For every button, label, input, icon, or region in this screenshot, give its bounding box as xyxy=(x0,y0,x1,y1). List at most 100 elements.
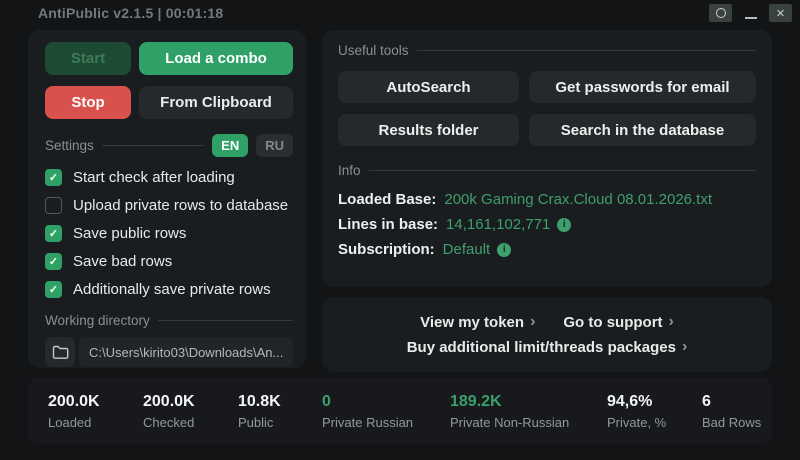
stat-value: 189.2K xyxy=(450,392,502,410)
stat-value: 200.0K xyxy=(48,392,100,410)
info-row-lines-in-base: Lines in base: 14,161,102,771 i xyxy=(338,212,756,237)
working-directory-header: Working directory xyxy=(45,313,293,328)
checkbox-box: ✓ xyxy=(45,197,62,214)
stat-value: 10.8K xyxy=(238,392,281,410)
settings-header: Settings EN RU xyxy=(45,134,293,157)
working-directory-input[interactable]: C:\Users\kirito03\Downloads\An... xyxy=(79,337,293,367)
useful-tools-header: Useful tools xyxy=(338,43,756,58)
checkbox-save-bad-rows[interactable]: ✓ Save bad rows xyxy=(45,253,293,270)
circle-icon xyxy=(715,8,726,18)
info-key: Subscription: xyxy=(338,241,435,258)
info-value: Default xyxy=(442,241,491,258)
window-close-button[interactable]: ✕ xyxy=(769,4,792,22)
window-controls: ✕ xyxy=(709,4,792,22)
lang-en-button[interactable]: EN xyxy=(212,134,249,157)
tools-info-panel: Useful tools AutoSearch Get passwords fo… xyxy=(322,30,772,287)
info-row-loaded-base: Loaded Base: 200k Gaming Crax.Cloud 08.0… xyxy=(338,187,756,212)
divider-line xyxy=(101,145,205,146)
minimize-icon xyxy=(744,16,757,19)
checkbox-label: Additionally save private rows xyxy=(73,281,271,298)
working-directory-label: Working directory xyxy=(45,313,150,328)
window-minimize-button[interactable] xyxy=(739,4,762,22)
chevron-right-icon: › xyxy=(668,313,674,330)
search-database-button[interactable]: Search in the database xyxy=(529,114,756,146)
links-panel: View my token › Go to support › Buy addi… xyxy=(322,297,772,372)
info-value: 200k Gaming Crax.Cloud 08.01.2026.txt xyxy=(444,191,713,208)
results-folder-button[interactable]: Results folder xyxy=(338,114,519,146)
stat-value: 6 xyxy=(702,392,711,410)
link-label: Buy additional limit/threads packages xyxy=(406,338,676,356)
checkbox-box: ✓ xyxy=(45,253,62,270)
titlebar: AntiPublic v2.1.5 | 00:01:18 ✕ xyxy=(0,0,800,26)
chevron-right-icon: › xyxy=(681,338,688,355)
folder-icon xyxy=(52,345,68,359)
stat-private-non-russian: 189.2K Private Non-Russian xyxy=(450,393,607,430)
stat-label: Bad Rows xyxy=(702,414,762,430)
stat-label: Private, % xyxy=(607,414,667,430)
info-key: Loaded Base: xyxy=(338,191,437,208)
stats-bar: 200.0K Loaded 200.0K Checked 10.8K Publi… xyxy=(28,378,772,444)
from-clipboard-button[interactable]: From Clipboard xyxy=(139,86,293,119)
links-row-bottom: Buy additional limit/threads packages › xyxy=(407,339,688,356)
view-token-link[interactable]: View my token › xyxy=(420,314,535,331)
browse-folder-button[interactable] xyxy=(45,337,75,367)
info-icon[interactable]: i xyxy=(497,242,512,257)
window-circle-button[interactable] xyxy=(709,4,732,22)
stat-label: Public xyxy=(238,414,274,430)
tool-buttons: AutoSearch Get passwords for email Resul… xyxy=(338,71,756,146)
divider-line xyxy=(368,170,756,171)
get-passwords-button[interactable]: Get passwords for email xyxy=(529,71,756,103)
working-directory-row: C:\Users\kirito03\Downloads\An... xyxy=(45,337,293,367)
window-title: AntiPublic v2.1.5 | 00:01:18 xyxy=(38,5,224,21)
stat-private-percent: 94,6% Private, % xyxy=(607,393,702,430)
control-panel: Start Load a combo Stop From Clipboard S… xyxy=(28,30,306,368)
settings-label: Settings xyxy=(45,138,94,153)
divider-line xyxy=(416,50,756,51)
stop-button[interactable]: Stop xyxy=(45,86,131,119)
checkbox-label: Save public rows xyxy=(73,225,187,242)
autosearch-button[interactable]: AutoSearch xyxy=(338,71,519,103)
stat-value: 200.0K xyxy=(143,392,195,410)
stat-label: Loaded xyxy=(48,414,92,430)
check-icon: ✓ xyxy=(48,228,59,240)
checkbox-box: ✓ xyxy=(45,169,62,186)
info-rows: Loaded Base: 200k Gaming Crax.Cloud 08.0… xyxy=(338,187,756,262)
stat-private-russian: 0 Private Russian xyxy=(322,393,450,430)
info-value: 14,161,102,771 xyxy=(446,216,551,233)
chevron-right-icon: › xyxy=(530,313,536,330)
checkbox-box: ✓ xyxy=(45,281,62,298)
link-label: Go to support xyxy=(563,313,663,331)
stat-value: 0 xyxy=(322,392,331,410)
info-icon[interactable]: i xyxy=(557,217,572,232)
buy-packages-link[interactable]: Buy additional limit/threads packages › xyxy=(407,339,688,356)
info-label: Info xyxy=(338,163,361,178)
link-label: View my token xyxy=(420,313,525,331)
load-combo-button[interactable]: Load a combo xyxy=(139,42,293,75)
info-header: Info xyxy=(338,163,756,178)
checkbox-save-private-rows[interactable]: ✓ Additionally save private rows xyxy=(45,281,293,298)
checkbox-save-public-rows[interactable]: ✓ Save public rows xyxy=(45,225,293,242)
info-key: Lines in base: xyxy=(338,216,439,233)
start-button[interactable]: Start xyxy=(45,42,131,75)
check-icon: ✓ xyxy=(48,172,59,184)
divider-line xyxy=(157,320,293,321)
checkbox-start-check-after-loading[interactable]: ✓ Start check after loading xyxy=(45,169,293,186)
checkbox-label: Start check after loading xyxy=(73,169,235,186)
stat-bad-rows: 6 Bad Rows xyxy=(702,393,761,430)
checkbox-label: Upload private rows to database xyxy=(73,197,289,214)
stat-public: 10.8K Public xyxy=(238,393,322,430)
stat-label: Private Non-Russian xyxy=(450,414,570,430)
stat-label: Checked xyxy=(143,414,195,430)
info-row-subscription: Subscription: Default i xyxy=(338,237,756,262)
lang-ru-button[interactable]: RU xyxy=(256,134,293,157)
settings-checkbox-list: ✓ Start check after loading ✓ Upload pri… xyxy=(45,169,293,298)
checkbox-box: ✓ xyxy=(45,225,62,242)
close-icon: ✕ xyxy=(775,7,786,20)
checkbox-upload-private-rows[interactable]: ✓ Upload private rows to database xyxy=(45,197,293,214)
check-icon: ✓ xyxy=(48,256,59,268)
checkbox-label: Save bad rows xyxy=(73,253,173,270)
go-to-support-link[interactable]: Go to support › xyxy=(563,314,673,331)
useful-tools-label: Useful tools xyxy=(338,43,409,58)
check-icon: ✓ xyxy=(48,284,59,296)
links-row-top: View my token › Go to support › xyxy=(420,314,674,331)
